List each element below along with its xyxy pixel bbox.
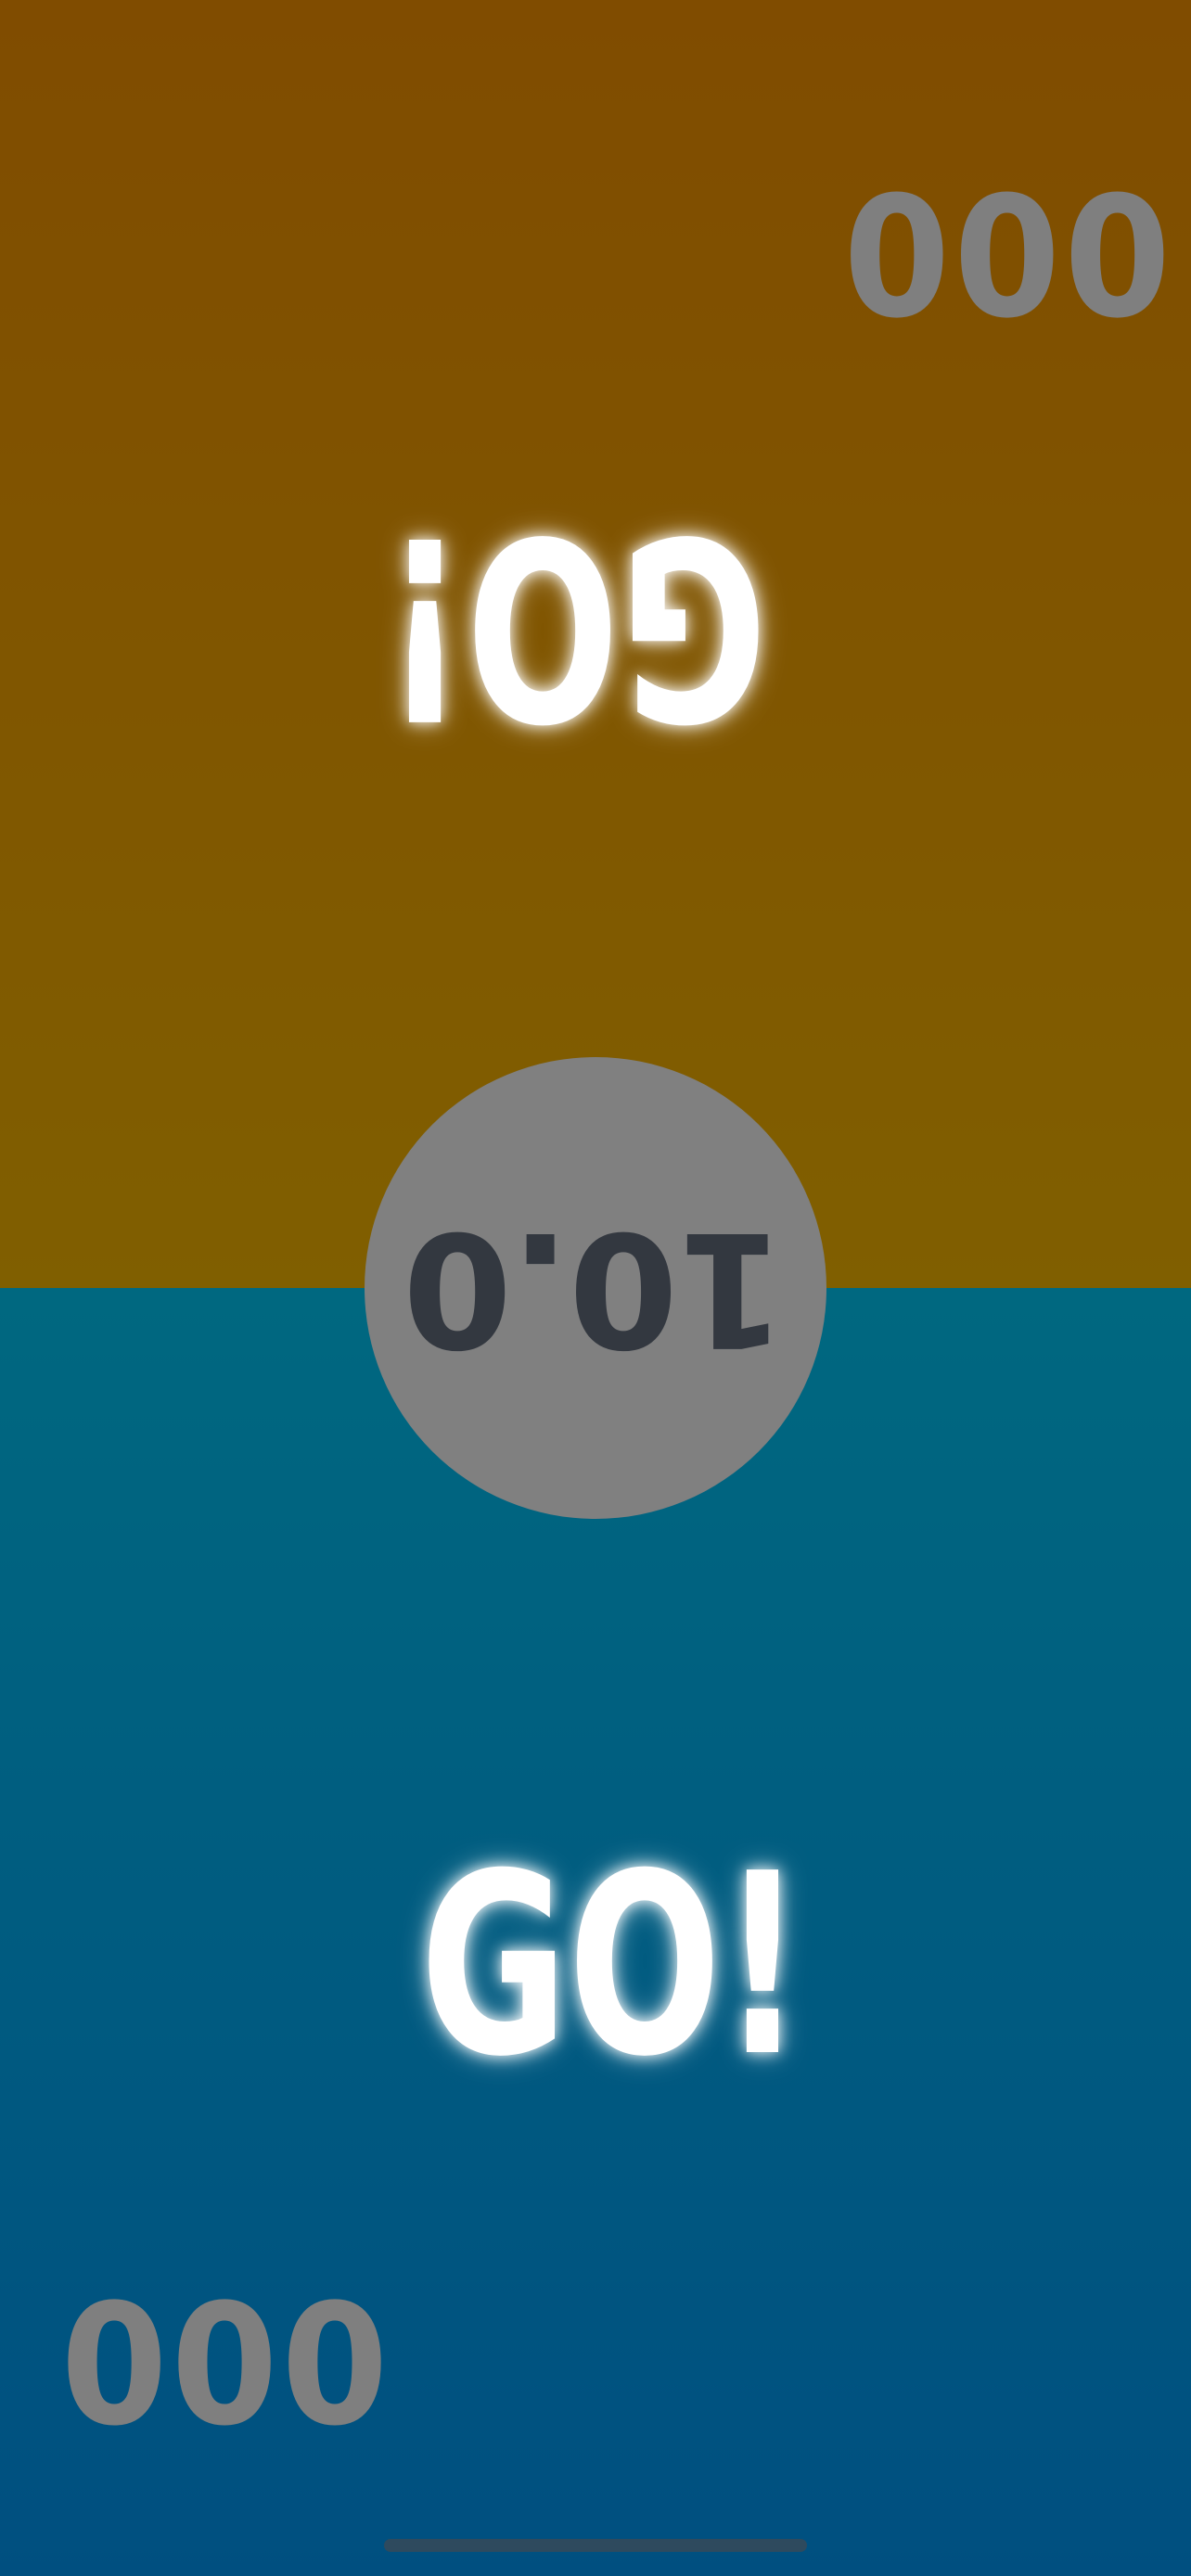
timer-value: 10.0 — [404, 1196, 787, 1380]
game-screen: 000 GO! GO! 000 10.0 — [0, 0, 1191, 2576]
home-indicator[interactable] — [384, 2539, 807, 2552]
timer-circle[interactable]: 10.0 — [365, 1057, 826, 1519]
bottom-player-go-label: GO! — [419, 1819, 804, 2111]
bottom-player-score: 000 — [60, 2269, 392, 2463]
top-player-score: 000 — [839, 154, 1172, 348]
top-player-go-label: GO! — [383, 480, 768, 772]
